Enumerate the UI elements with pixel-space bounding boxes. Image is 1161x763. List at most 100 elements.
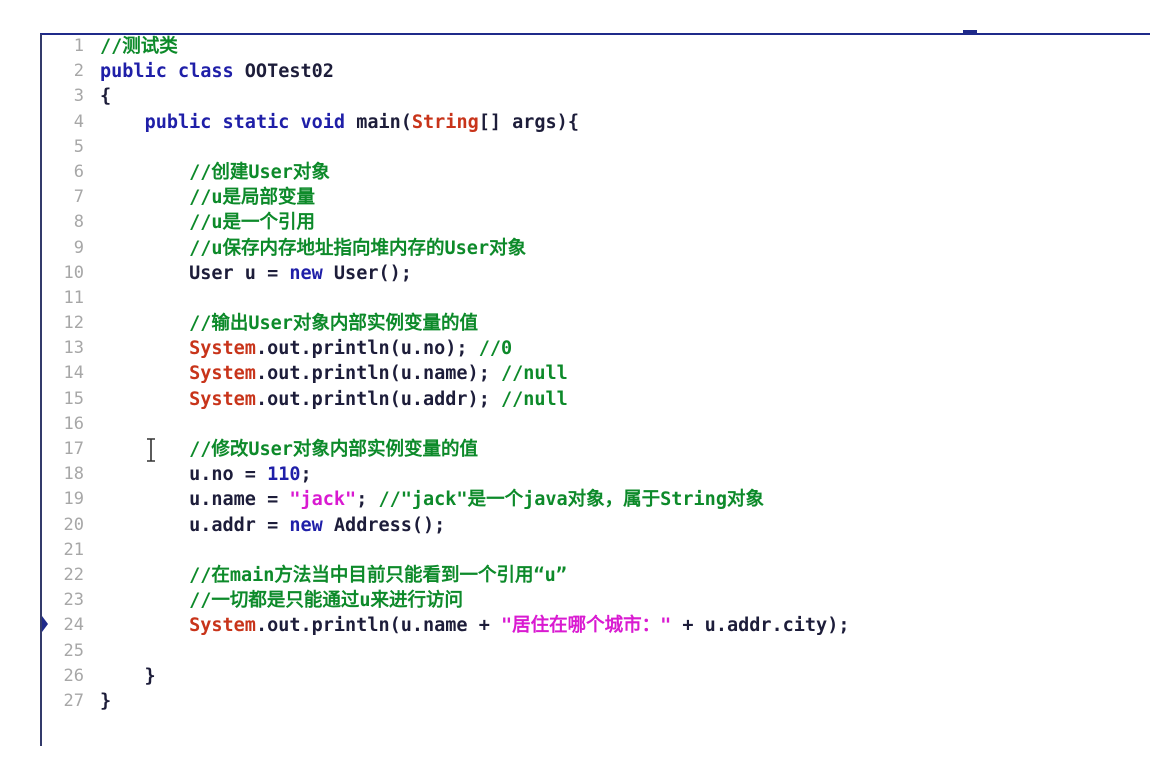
code-token: System bbox=[189, 363, 256, 385]
code-line[interactable]: 11 bbox=[42, 286, 1142, 311]
code-token: new bbox=[289, 514, 323, 536]
code-text: //在main方法当中目前只能看到一个引用“u” bbox=[100, 563, 567, 588]
code-line[interactable]: 21 bbox=[42, 538, 1142, 563]
code-token: //"jack"是一个java对象，属于String对象 bbox=[378, 489, 764, 511]
line-number: 14 bbox=[63, 363, 84, 384]
code-text: //u保存内存地址指向堆内存的User对象 bbox=[100, 236, 526, 261]
line-number: 20 bbox=[63, 514, 84, 535]
code-text: //一切都是只能通过u来进行访问 bbox=[100, 588, 463, 613]
code-text: System.out.println(u.no); //0 bbox=[100, 336, 512, 361]
code-token: 110 bbox=[267, 464, 301, 486]
code-line[interactable]: 16 bbox=[42, 412, 1142, 437]
code-line[interactable]: 17 //修改User对象内部实例变量的值 bbox=[42, 437, 1142, 462]
code-token: ; bbox=[356, 489, 379, 511]
code-token: System bbox=[189, 388, 256, 410]
code-line[interactable]: 24 System.out.println(u.name + "居住在哪个城市：… bbox=[42, 613, 1142, 638]
line-number: 3 bbox=[73, 86, 84, 107]
code-text: System.out.println(u.addr); //null bbox=[100, 387, 568, 412]
code-token: //测试类 bbox=[100, 36, 178, 57]
code-line[interactable]: 20 u.addr = new Address(); bbox=[42, 513, 1142, 538]
code-line[interactable]: 4 public static void main(String[] args)… bbox=[42, 110, 1142, 135]
code-line[interactable]: 7 //u是局部变量 bbox=[42, 185, 1142, 210]
code-token: //在main方法当中目前只能看到一个引用“u” bbox=[189, 564, 567, 586]
code-line[interactable]: 14 System.out.println(u.name); //null bbox=[42, 361, 1142, 386]
line-number: 23 bbox=[63, 590, 84, 611]
line-number: 5 bbox=[73, 136, 84, 157]
code-line[interactable]: 3{ bbox=[42, 84, 1142, 109]
code-line[interactable]: 25 bbox=[42, 639, 1142, 664]
code-line[interactable]: 18 u.no = 110; bbox=[42, 462, 1142, 487]
code-text: { bbox=[100, 84, 111, 109]
code-line[interactable]: 26 } bbox=[42, 664, 1142, 689]
code-token: //u是局部变量 bbox=[189, 187, 316, 209]
code-token: //输出User对象内部实例变量的值 bbox=[189, 313, 478, 335]
line-number: 27 bbox=[63, 690, 84, 711]
code-text: //测试类 bbox=[100, 34, 178, 59]
code-line[interactable]: 22 //在main方法当中目前只能看到一个引用“u” bbox=[42, 563, 1142, 588]
code-line[interactable]: 12 //输出User对象内部实例变量的值 bbox=[42, 311, 1142, 336]
code-token: ; bbox=[300, 464, 312, 486]
line-number: 12 bbox=[63, 313, 84, 334]
code-token: String bbox=[411, 111, 479, 133]
code-line[interactable]: 6 //创建User对象 bbox=[42, 160, 1142, 185]
code-line[interactable]: 2 public class OOTest02 bbox=[42, 59, 1142, 84]
line-number: 22 bbox=[63, 564, 84, 585]
code-text: } bbox=[100, 689, 111, 714]
code-line[interactable]: 9 //u保存内存地址指向堆内存的User对象 bbox=[42, 236, 1142, 261]
code-line[interactable]: 19 u.name = "jack"; //"jack"是一个java对象，属于… bbox=[42, 487, 1142, 512]
code-token: //null bbox=[500, 388, 568, 410]
code-token: //null bbox=[500, 363, 568, 385]
code-line[interactable]: 10 User u = new User(); bbox=[42, 261, 1142, 286]
code-text: System.out.println(u.name + "居住在哪个城市：" +… bbox=[100, 613, 849, 638]
line-number: 6 bbox=[73, 161, 84, 182]
code-line[interactable]: 8 //u是一个引用 bbox=[42, 210, 1142, 235]
code-text: u.addr = new Address(); bbox=[100, 513, 445, 538]
code-token: //u是一个引用 bbox=[189, 212, 316, 234]
text-cursor-icon bbox=[147, 438, 155, 462]
code-text: public static void main(String[] args){ bbox=[100, 110, 579, 135]
code-token: "居住在哪个城市：" bbox=[500, 615, 672, 637]
code-line[interactable]: 1 //测试类 bbox=[42, 34, 1142, 59]
line-number: 16 bbox=[63, 413, 84, 434]
code-text: public class OOTest02 bbox=[100, 59, 334, 84]
code-token: //0 bbox=[478, 338, 513, 360]
code-token: System bbox=[189, 615, 256, 637]
code-text: u.no = 110; bbox=[100, 462, 312, 487]
code-token: public class bbox=[100, 61, 245, 83]
code-line[interactable]: 27} bbox=[42, 689, 1142, 714]
code-text: } bbox=[100, 664, 156, 689]
code-token: { bbox=[100, 86, 112, 108]
code-token: } bbox=[100, 665, 156, 687]
code-text: //u是局部变量 bbox=[100, 185, 315, 210]
line-number: 19 bbox=[63, 489, 84, 510]
code-token: u.no = bbox=[100, 464, 268, 486]
code-line[interactable]: 13 System.out.println(u.no); //0 bbox=[42, 336, 1142, 361]
code-token: //修改User对象内部实例变量的值 bbox=[189, 439, 478, 460]
line-number: 4 bbox=[73, 111, 84, 132]
code-area[interactable]: 1//测试类 2 public class OOTest02 3{4 public s… bbox=[42, 34, 1142, 714]
code-line[interactable]: 15 System.out.println(u.addr); //null bbox=[42, 387, 1142, 412]
code-editor[interactable]: 1//测试类 2 public class OOTest02 3{4 public s… bbox=[0, 0, 1161, 763]
code-token: //一切都是只能通过u来进行访问 bbox=[189, 590, 464, 612]
line-number: 18 bbox=[63, 464, 84, 485]
code-token: User u = bbox=[100, 262, 290, 284]
code-line[interactable]: 23 //一切都是只能通过u来进行访问 bbox=[42, 588, 1142, 613]
line-number: 1 bbox=[73, 36, 84, 56]
line-number: 25 bbox=[63, 640, 84, 661]
line-number: 11 bbox=[63, 287, 84, 308]
code-token: .out.println(u.addr); bbox=[255, 388, 501, 410]
line-number: 13 bbox=[63, 338, 84, 359]
code-token: User(); bbox=[322, 262, 412, 284]
line-number: 24 bbox=[63, 615, 84, 636]
code-line[interactable]: 5 bbox=[42, 135, 1142, 160]
line-number: 8 bbox=[73, 212, 84, 233]
code-text: //u是一个引用 bbox=[100, 210, 315, 235]
code-token: } bbox=[100, 690, 112, 712]
